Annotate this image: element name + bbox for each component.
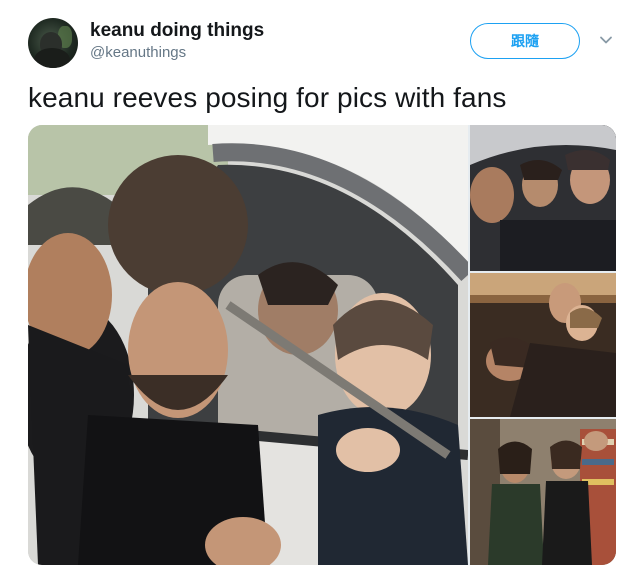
user-avatar[interactable] — [28, 18, 78, 68]
user-handle[interactable]: @keanuthings — [90, 44, 186, 61]
media-photo-group-hug[interactable] — [470, 273, 616, 417]
tweet-text: keanu reeves posing for pics with fans — [28, 82, 507, 113]
media-photo-car-selfie[interactable] — [28, 125, 468, 565]
follow-button[interactable]: 跟隨 — [470, 23, 580, 59]
display-name[interactable]: keanu doing things — [90, 20, 264, 42]
media-photo-group-in-car[interactable] — [470, 125, 616, 271]
media-grid — [28, 125, 616, 565]
chevron-down-icon[interactable] — [598, 32, 614, 48]
media-photo-bookstore[interactable] — [470, 419, 616, 565]
tweet-card: keanu doing things @keanuthings 跟隨 keanu… — [0, 0, 640, 573]
